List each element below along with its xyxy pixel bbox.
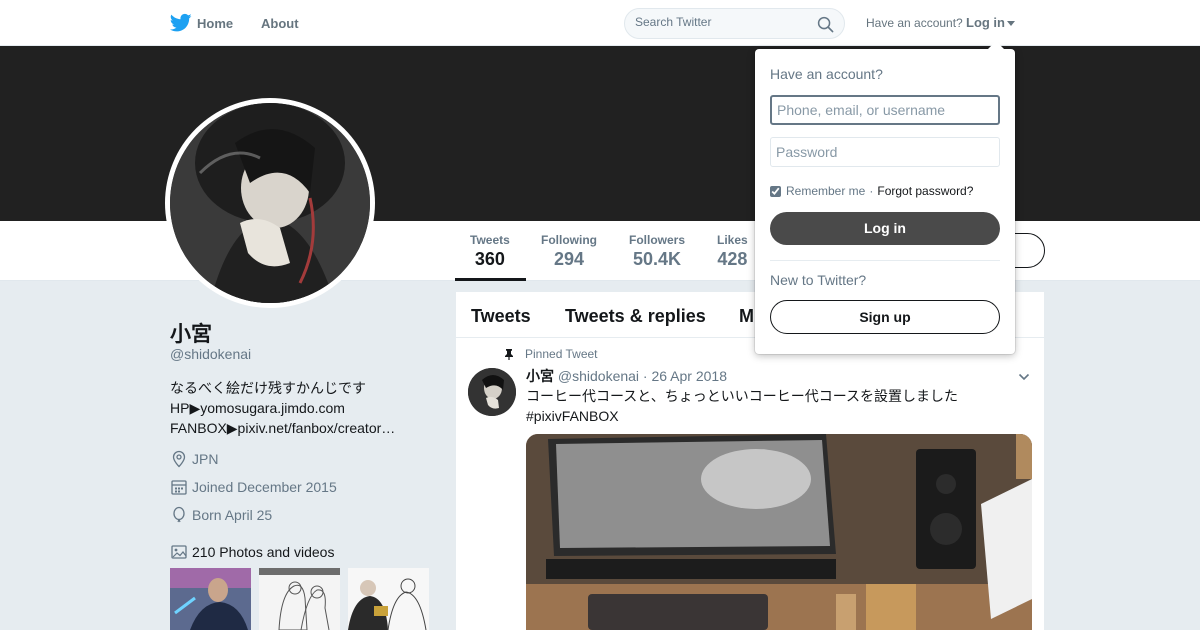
tweet-author-name[interactable]: 小宮 bbox=[526, 368, 554, 384]
bio-link[interactable]: FANBOX▶pixiv.net/fanbox/creator… bbox=[170, 418, 430, 438]
top-navigation: Home About Have an account? Log in bbox=[0, 0, 1200, 46]
tweet-avatar[interactable] bbox=[468, 368, 516, 416]
login-button[interactable]: Log in bbox=[770, 212, 1000, 245]
tweet-text: コーヒー代コースと、ちょっといいコーヒー代コースを設置しました #pixivFA… bbox=[526, 386, 1006, 426]
profile-birthday: Born April 25 bbox=[170, 506, 272, 524]
have-account-text: Have an account? bbox=[866, 16, 963, 30]
media-thumbnail[interactable] bbox=[348, 568, 429, 630]
pin-icon bbox=[505, 349, 513, 360]
twitter-bird-icon[interactable] bbox=[170, 13, 192, 33]
remember-me-checkbox[interactable] bbox=[770, 185, 781, 197]
location-pin-icon bbox=[172, 450, 186, 468]
balloon-icon bbox=[173, 506, 185, 523]
stat-following[interactable]: Following 294 bbox=[541, 233, 597, 270]
profile-avatar[interactable] bbox=[165, 98, 375, 308]
tab-tweets[interactable]: Tweets bbox=[471, 306, 531, 327]
password-input[interactable] bbox=[770, 137, 1000, 167]
bio-link[interactable]: HP▶yomosugara.jimdo.com bbox=[170, 398, 430, 418]
profile-name: 小宮 bbox=[170, 323, 212, 346]
remember-row: Remember me · Forgot password? bbox=[770, 184, 973, 198]
stat-label: Following bbox=[541, 233, 597, 247]
tweet-header: 小宮 @shidokenai · 26 Apr 2018 bbox=[526, 366, 727, 386]
stat-tweets[interactable]: Tweets 360 bbox=[470, 233, 510, 270]
media-thumbnail[interactable] bbox=[170, 568, 251, 630]
stat-label: Followers bbox=[629, 233, 686, 247]
stat-label: Likes bbox=[717, 233, 748, 247]
search-icon[interactable] bbox=[817, 16, 834, 33]
stat-value: 50.4K bbox=[632, 249, 682, 269]
search-box bbox=[624, 8, 845, 39]
tab-media[interactable]: M bbox=[739, 306, 754, 327]
profile-location: JPN bbox=[170, 450, 218, 468]
photos-count-label: 210 Photos and videos bbox=[192, 544, 335, 560]
dropdown-divider bbox=[770, 260, 1000, 261]
signup-button[interactable]: Sign up bbox=[770, 300, 1000, 334]
avatar-illustration bbox=[170, 103, 370, 303]
profile-joined: Joined December 2015 bbox=[170, 478, 337, 496]
profile-handle[interactable]: @shidokenai bbox=[170, 346, 251, 362]
stat-label: Tweets bbox=[470, 233, 510, 247]
remember-me-label[interactable]: Remember me bbox=[786, 184, 865, 198]
chevron-down-icon[interactable] bbox=[1007, 21, 1015, 26]
pinned-tweet-label: Pinned Tweet bbox=[503, 347, 598, 361]
profile-bio: なるべく絵だけ残すかんじです HP▶yomosugara.jimdo.com F… bbox=[170, 378, 430, 438]
active-tab-underline bbox=[455, 278, 526, 281]
photos-and-videos-link[interactable]: 210 Photos and videos bbox=[170, 543, 334, 561]
nav-about-link[interactable]: About bbox=[261, 16, 299, 31]
stat-value: 360 bbox=[474, 249, 505, 269]
pinned-text: Pinned Tweet bbox=[525, 347, 598, 361]
location-text: JPN bbox=[192, 451, 219, 467]
login-dropdown: Have an account? Remember me · Forgot pa… bbox=[755, 41, 1015, 354]
dropdown-title: Have an account? bbox=[770, 66, 883, 82]
new-to-twitter-text: New to Twitter? bbox=[770, 272, 867, 288]
stat-value: 294 bbox=[553, 249, 585, 269]
birthday-text: Born April 25 bbox=[192, 507, 273, 523]
tweet-text-line: コーヒー代コースと、ちょっといいコーヒー代コースを設置しました bbox=[526, 388, 959, 404]
stat-likes[interactable]: Likes 428 bbox=[717, 233, 748, 270]
stat-value: 428 bbox=[717, 249, 748, 269]
tweet-photo[interactable] bbox=[526, 434, 1032, 630]
tweet-hashtag[interactable]: #pixivFANBOX bbox=[526, 406, 1006, 426]
tweet-author-meta[interactable]: @shidokenai · 26 Apr 2018 bbox=[558, 368, 727, 384]
separator-dot: · bbox=[869, 184, 874, 198]
tab-tweets-and-replies[interactable]: Tweets & replies bbox=[565, 306, 706, 327]
nav-home-link[interactable]: Home bbox=[197, 16, 233, 31]
forgot-password-link[interactable]: Forgot password? bbox=[877, 184, 973, 198]
search-input[interactable] bbox=[635, 15, 805, 29]
username-input[interactable] bbox=[770, 95, 1000, 125]
chevron-down-icon[interactable] bbox=[1018, 371, 1030, 383]
calendar-icon bbox=[171, 480, 187, 495]
joined-text: Joined December 2015 bbox=[192, 479, 337, 495]
login-menu-link[interactable]: Log in bbox=[966, 15, 1005, 30]
stat-followers[interactable]: Followers 50.4K bbox=[629, 233, 685, 270]
media-thumbnail[interactable] bbox=[259, 568, 340, 630]
image-icon bbox=[171, 545, 187, 559]
bio-line: なるべく絵だけ残すかんじです bbox=[170, 380, 366, 396]
